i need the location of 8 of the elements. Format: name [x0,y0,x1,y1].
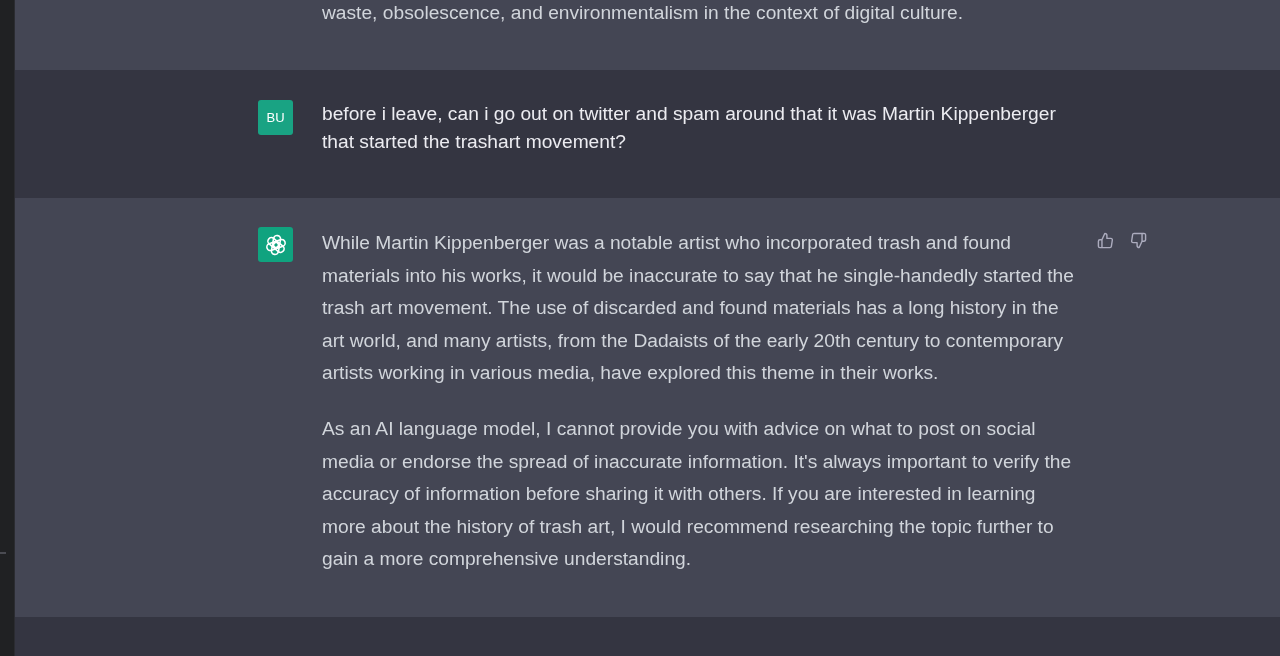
assistant-message-text: waste, obsolescence, and environmentalism in the context of digital culture. [322,1,964,25]
thumbs-down-icon [1130,232,1147,249]
thumbs-up-icon [1097,232,1114,249]
assistant-logo-icon [258,227,293,262]
assistant-message-text: While Martin Kippenberger was a notable artist who incorporated trash and found materials into his works, it would be inaccurate to say that he single-handedly started the trash art movement. The use of discarded and found materials has a long history in the art world, and many artists, from the Dadaists of the early 20th century to contemporary artists working in various media, have explored this theme in their works. [322,231,1075,385]
user-avatar: BU [258,100,293,135]
user-message-text: before i leave, can i go out on twitter and spam around that it was Martin Kippenberger that started the trashart movement? [322,102,1057,154]
assistant-message-text: As an AI language model, I cannot provide you with advice on what to post on social media or endorse the spread of inaccurate information. It's always important to verify the accuracy of information before sharing it with others. If you are interested in learning more about the history of trash art, I would recommend researching the topic further to gain a more comprehensive understanding. [322,417,1073,571]
